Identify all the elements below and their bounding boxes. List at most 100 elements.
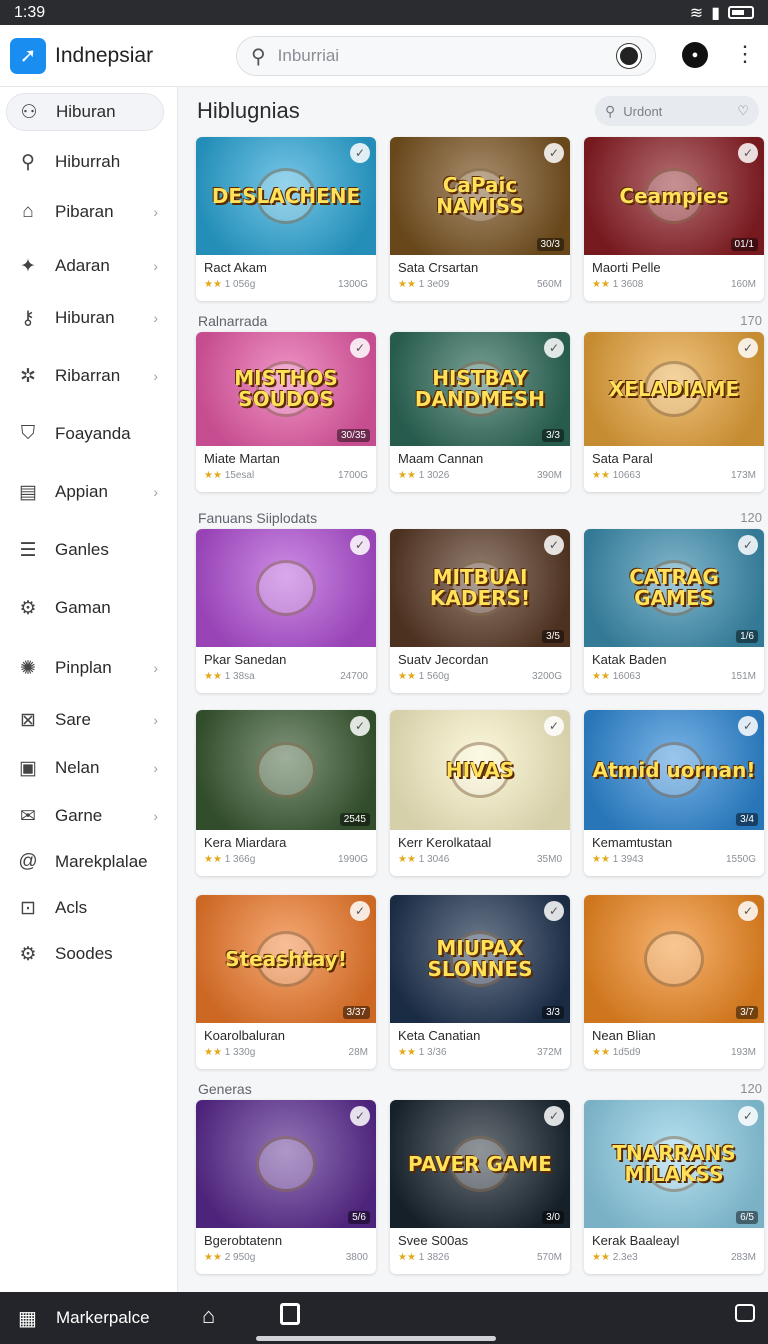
sidebar-item[interactable]: ▤ Appian › xyxy=(6,473,164,511)
check-badge-icon[interactable]: ✓ xyxy=(350,338,370,358)
sidebar-item[interactable]: ⚇ Hiburan xyxy=(6,93,164,131)
game-card[interactable]: HISTBAY DANDMESH ✓ 3/3 Maam Cannan ★★ 1 3026… xyxy=(390,332,570,492)
sidebar-item[interactable]: ✉ Garne › xyxy=(6,797,164,835)
avatar[interactable]: ● xyxy=(682,42,708,68)
check-badge-icon[interactable]: ✓ xyxy=(350,143,370,163)
sidebar-item[interactable]: ⚲ Hiburrah xyxy=(6,143,164,181)
check-badge-icon[interactable]: ✓ xyxy=(544,901,564,921)
inbox-icon: ⊡ xyxy=(20,897,36,919)
bottom-bar-label[interactable]: Markerpalce xyxy=(56,1308,150,1328)
check-badge-icon[interactable]: ✓ xyxy=(544,716,564,736)
rating: ★★ 1 560g xyxy=(398,671,449,682)
check-badge-icon[interactable]: ✓ xyxy=(738,535,758,555)
game-thumbnail[interactable]: MIUPAX SLONNES ✓ 3/3 xyxy=(390,895,570,1023)
check-badge-icon[interactable]: ✓ xyxy=(738,901,758,921)
search-bar[interactable]: ⚲ Inburriai xyxy=(236,36,656,76)
game-thumbnail[interactable]: TNARRANS MILAKSS ✓ 6/5 xyxy=(584,1100,764,1228)
check-badge-icon[interactable]: ✓ xyxy=(738,716,758,736)
sidebar-item[interactable]: ✦ Adaran › xyxy=(6,247,164,285)
star-rating-icon: ★★ xyxy=(398,1047,419,1058)
game-card[interactable]: Ceampies ✓ 01/1 Maorti Pelle ★★ 1 3608 160M xyxy=(584,137,764,301)
check-badge-icon[interactable]: ✓ xyxy=(544,1106,564,1126)
card-info: Kerr Kerolkataal ★★ 1 3046 35M0 xyxy=(390,830,570,876)
check-badge-icon[interactable]: ✓ xyxy=(350,716,370,736)
check-badge-icon[interactable]: ✓ xyxy=(544,338,564,358)
check-badge-icon[interactable]: ✓ xyxy=(544,143,564,163)
game-thumbnail[interactable]: MISTHOS SOUDOS ✓ 30/35 xyxy=(196,332,376,446)
game-thumbnail[interactable]: HIVAS ✓ xyxy=(390,710,570,830)
game-card[interactable]: PAVER GAME ✓ 3/0 Svee S00as ★★ 1 3826 570M xyxy=(390,1100,570,1274)
square-icon[interactable] xyxy=(280,1303,300,1325)
game-card[interactable]: HIVAS ✓ Kerr Kerolkataal ★★ 1 3046 35M0 xyxy=(390,710,570,876)
game-card[interactable]: ✓ 3/7 Nean Blian ★★ 1d5d9 193M xyxy=(584,895,764,1069)
game-card[interactable]: ✓ 5/6 Bgerobtatenn ★★ 2 950g 3800 xyxy=(196,1100,376,1274)
thumbnail-tag: 3/4 xyxy=(736,813,758,826)
section-label: Generas xyxy=(198,1081,252,1097)
sidebar-item[interactable]: ⊡ Acls xyxy=(6,889,164,927)
window-icon[interactable] xyxy=(735,1304,755,1322)
sidebar-item[interactable]: ⚙ Gaman xyxy=(6,589,164,627)
home-indicator[interactable] xyxy=(256,1336,496,1341)
game-name: Kerr Kerolkataal xyxy=(398,835,492,850)
check-badge-icon[interactable]: ✓ xyxy=(738,338,758,358)
soccer-ball-icon[interactable] xyxy=(617,44,641,68)
check-badge-icon[interactable]: ✓ xyxy=(350,535,370,555)
more-options-icon[interactable]: ⋮ xyxy=(734,41,756,67)
game-thumbnail[interactable]: Ceampies ✓ 01/1 xyxy=(584,137,764,255)
thumbnail-title: MIUPAX SLONNES xyxy=(427,936,533,981)
game-thumbnail[interactable]: CATRAG GAMES ✓ 1/6 xyxy=(584,529,764,647)
game-card[interactable]: Atmid uornan! ✓ 3/4 Kemamtustan ★★ 1 3943 155… xyxy=(584,710,764,876)
game-card[interactable]: XELADIAME ✓ Sata Paral ★★ 10663 173M xyxy=(584,332,764,492)
game-card[interactable]: CaPaic NAMISS ✓ 30/3 Sata Crsartan ★★ 1 3e09… xyxy=(390,137,570,301)
card-meta-row: ★★ 1 330g 28M xyxy=(204,1047,368,1058)
game-thumbnail[interactable]: PAVER GAME ✓ 3/0 xyxy=(390,1100,570,1228)
card-meta-row: ★★ 1 3/36 372M xyxy=(398,1047,562,1058)
check-badge-icon[interactable]: ✓ xyxy=(544,535,564,555)
check-badge-icon[interactable]: ✓ xyxy=(350,901,370,921)
game-card[interactable]: DESLACHENE ✓ Ract Akam ★★ 1 056g 1300G xyxy=(196,137,376,301)
game-card[interactable]: MITBUAI KADERS! ✓ 3/5 Suatv Jecordan ★★ 1 56… xyxy=(390,529,570,693)
check-badge-icon[interactable]: ✓ xyxy=(738,1106,758,1126)
app-logo-icon[interactable]: ➚ xyxy=(10,37,46,74)
game-name: Maorti Pelle xyxy=(592,260,661,275)
game-card[interactable]: MISTHOS SOUDOS ✓ 30/35 Miate Martan ★★ 15esa… xyxy=(196,332,376,492)
thumbnail-tag: 3/0 xyxy=(542,1211,564,1224)
game-card[interactable]: CATRAG GAMES ✓ 1/6 Katak Baden ★★ 16063 151M xyxy=(584,529,764,693)
game-thumbnail[interactable]: ✓ 2545 xyxy=(196,710,376,830)
game-card[interactable]: ✓ Pkar Sanedan ★★ 1 38sa 24700 xyxy=(196,529,376,693)
game-thumbnail[interactable]: ✓ 3/7 xyxy=(584,895,764,1023)
sidebar-item[interactable]: ⚙ Soodes xyxy=(6,935,164,973)
sidebar-item[interactable]: ⊠ Sare › xyxy=(6,701,164,739)
home-icon[interactable]: ⌂ xyxy=(202,1303,215,1329)
game-thumbnail[interactable]: HISTBAY DANDMESH ✓ 3/3 xyxy=(390,332,570,446)
sidebar-item[interactable]: ☰ Ganles xyxy=(6,531,164,569)
game-thumbnail[interactable]: Steashtay! ✓ 3/37 xyxy=(196,895,376,1023)
sidebar-item[interactable]: ✲ Ribarran › xyxy=(6,357,164,395)
star-rating-icon: ★★ xyxy=(592,1047,613,1058)
game-thumbnail[interactable]: ✓ xyxy=(196,529,376,647)
search-input[interactable]: Inburriai xyxy=(278,46,617,66)
microphone-icon[interactable]: ♡ xyxy=(737,103,749,119)
game-card[interactable]: MIUPAX SLONNES ✓ 3/3 Keta Canatian ★★ 1 3/36… xyxy=(390,895,570,1069)
check-badge-icon[interactable]: ✓ xyxy=(738,143,758,163)
sidebar-item[interactable]: ⚷ Hiburan › xyxy=(6,299,164,337)
sidebar-item[interactable]: ▣ Nelan › xyxy=(6,749,164,787)
game-thumbnail[interactable]: ✓ 5/6 xyxy=(196,1100,376,1228)
sidebar-item[interactable]: ✺ Pinplan › xyxy=(6,649,164,687)
game-thumbnail[interactable]: DESLACHENE ✓ xyxy=(196,137,376,255)
sidebar-item[interactable]: @ Marekplalae xyxy=(6,843,164,881)
game-card[interactable]: ✓ 2545 Kera Miardara ★★ 1 366g 1990G xyxy=(196,710,376,876)
game-thumbnail[interactable]: XELADIAME ✓ xyxy=(584,332,764,446)
game-thumbnail[interactable]: Atmid uornan! ✓ 3/4 xyxy=(584,710,764,830)
sidebar-item[interactable]: ⌂ Pibaran › xyxy=(6,193,164,231)
sidebar-item[interactable]: ⛉ Foayanda xyxy=(6,415,164,453)
mini-search-input[interactable]: ⚲ Urdont ♡ xyxy=(595,96,759,126)
rating-meta: 16063 xyxy=(612,671,641,682)
game-card[interactable]: Steashtay! ✓ 3/37 Koarolbaluran ★★ 1 330g 28M xyxy=(196,895,376,1069)
grid-menu-icon[interactable]: ▦ xyxy=(18,1306,37,1331)
game-thumbnail[interactable]: MITBUAI KADERS! ✓ 3/5 xyxy=(390,529,570,647)
game-card[interactable]: TNARRANS MILAKSS ✓ 6/5 Kerak Baaleayl ★★ 2.3… xyxy=(584,1100,764,1274)
download-size: 173M xyxy=(730,470,756,481)
check-badge-icon[interactable]: ✓ xyxy=(350,1106,370,1126)
game-thumbnail[interactable]: CaPaic NAMISS ✓ 30/3 xyxy=(390,137,570,255)
